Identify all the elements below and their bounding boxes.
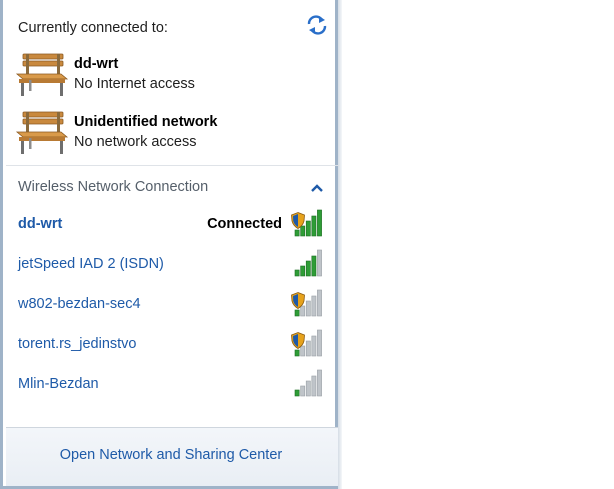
signal-bar: [311, 215, 317, 237]
signal-strength-icon: [294, 249, 322, 277]
current-connection-0: dd-wrt No Internet access: [15, 52, 315, 102]
flyout-footer: Open Network and Sharing Center: [6, 428, 338, 486]
wifi-network-item[interactable]: Mlin-Bezdan: [6, 366, 336, 402]
signal-bar: [311, 295, 317, 317]
section-divider: [6, 165, 338, 166]
network-ssid: jetSpeed IAD 2 (ISDN): [18, 256, 164, 272]
current-connection-1: Unidentified network No network access: [15, 110, 315, 160]
chevron-up-icon[interactable]: [311, 180, 323, 192]
signal-bar: [300, 265, 306, 277]
connection-name: Unidentified network: [74, 114, 218, 130]
signal-bar: [317, 289, 322, 317]
open-network-sharing-center-link[interactable]: Open Network and Sharing Center: [6, 447, 336, 463]
signal-bar: [317, 329, 322, 357]
signal-bar: [305, 300, 311, 317]
network-ssid: dd-wrt: [18, 216, 63, 232]
signal-bar: [305, 260, 311, 277]
wifi-network-item[interactable]: dd-wrt Connected: [6, 206, 336, 242]
wifi-network-item[interactable]: torent.rs_jedinstvo: [6, 326, 336, 362]
network-ssid: Mlin-Bezdan: [18, 376, 99, 392]
signal-bar: [317, 369, 322, 397]
wifi-network-item[interactable]: w802-bezdan-sec4: [6, 286, 336, 322]
signal-bar: [294, 349, 300, 357]
signal-bar: [305, 220, 311, 237]
signal-bar: [317, 249, 322, 277]
refresh-arrows-icon[interactable]: [305, 14, 329, 36]
signal-bar: [311, 255, 317, 277]
connection-name: dd-wrt: [74, 56, 119, 72]
connection-status: No network access: [74, 134, 197, 150]
connection-state-label: Connected: [207, 216, 282, 232]
signal-bar: [305, 340, 311, 357]
network-ssid: torent.rs_jedinstvo: [18, 336, 137, 352]
wireless-section-title: Wireless Network Connection: [18, 179, 209, 195]
bench-icon: [15, 52, 69, 98]
signal-bar: [305, 380, 311, 397]
network-flyout: Currently connected to: dd-wrt No Intern…: [0, 0, 338, 489]
signal-bar: [311, 335, 317, 357]
network-ssid: w802-bezdan-sec4: [18, 296, 141, 312]
signal-bar: [317, 209, 322, 237]
connection-status: No Internet access: [74, 76, 195, 92]
signal-bar: [294, 389, 300, 397]
signal-bar: [294, 229, 300, 237]
currently-connected-heading: Currently connected to:: [18, 20, 168, 36]
wifi-network-item[interactable]: jetSpeed IAD 2 (ISDN): [6, 246, 336, 282]
signal-bar: [300, 385, 306, 397]
security-shield-icon: [291, 212, 305, 229]
security-shield-icon: [291, 332, 305, 349]
signal-bar: [294, 269, 300, 277]
signal-bar: [311, 375, 317, 397]
bench-icon: [15, 110, 69, 156]
signal-bar: [294, 309, 300, 317]
flyout-edge-shadow: [338, 0, 342, 489]
signal-strength-icon: [294, 369, 322, 397]
security-shield-icon: [291, 292, 305, 309]
